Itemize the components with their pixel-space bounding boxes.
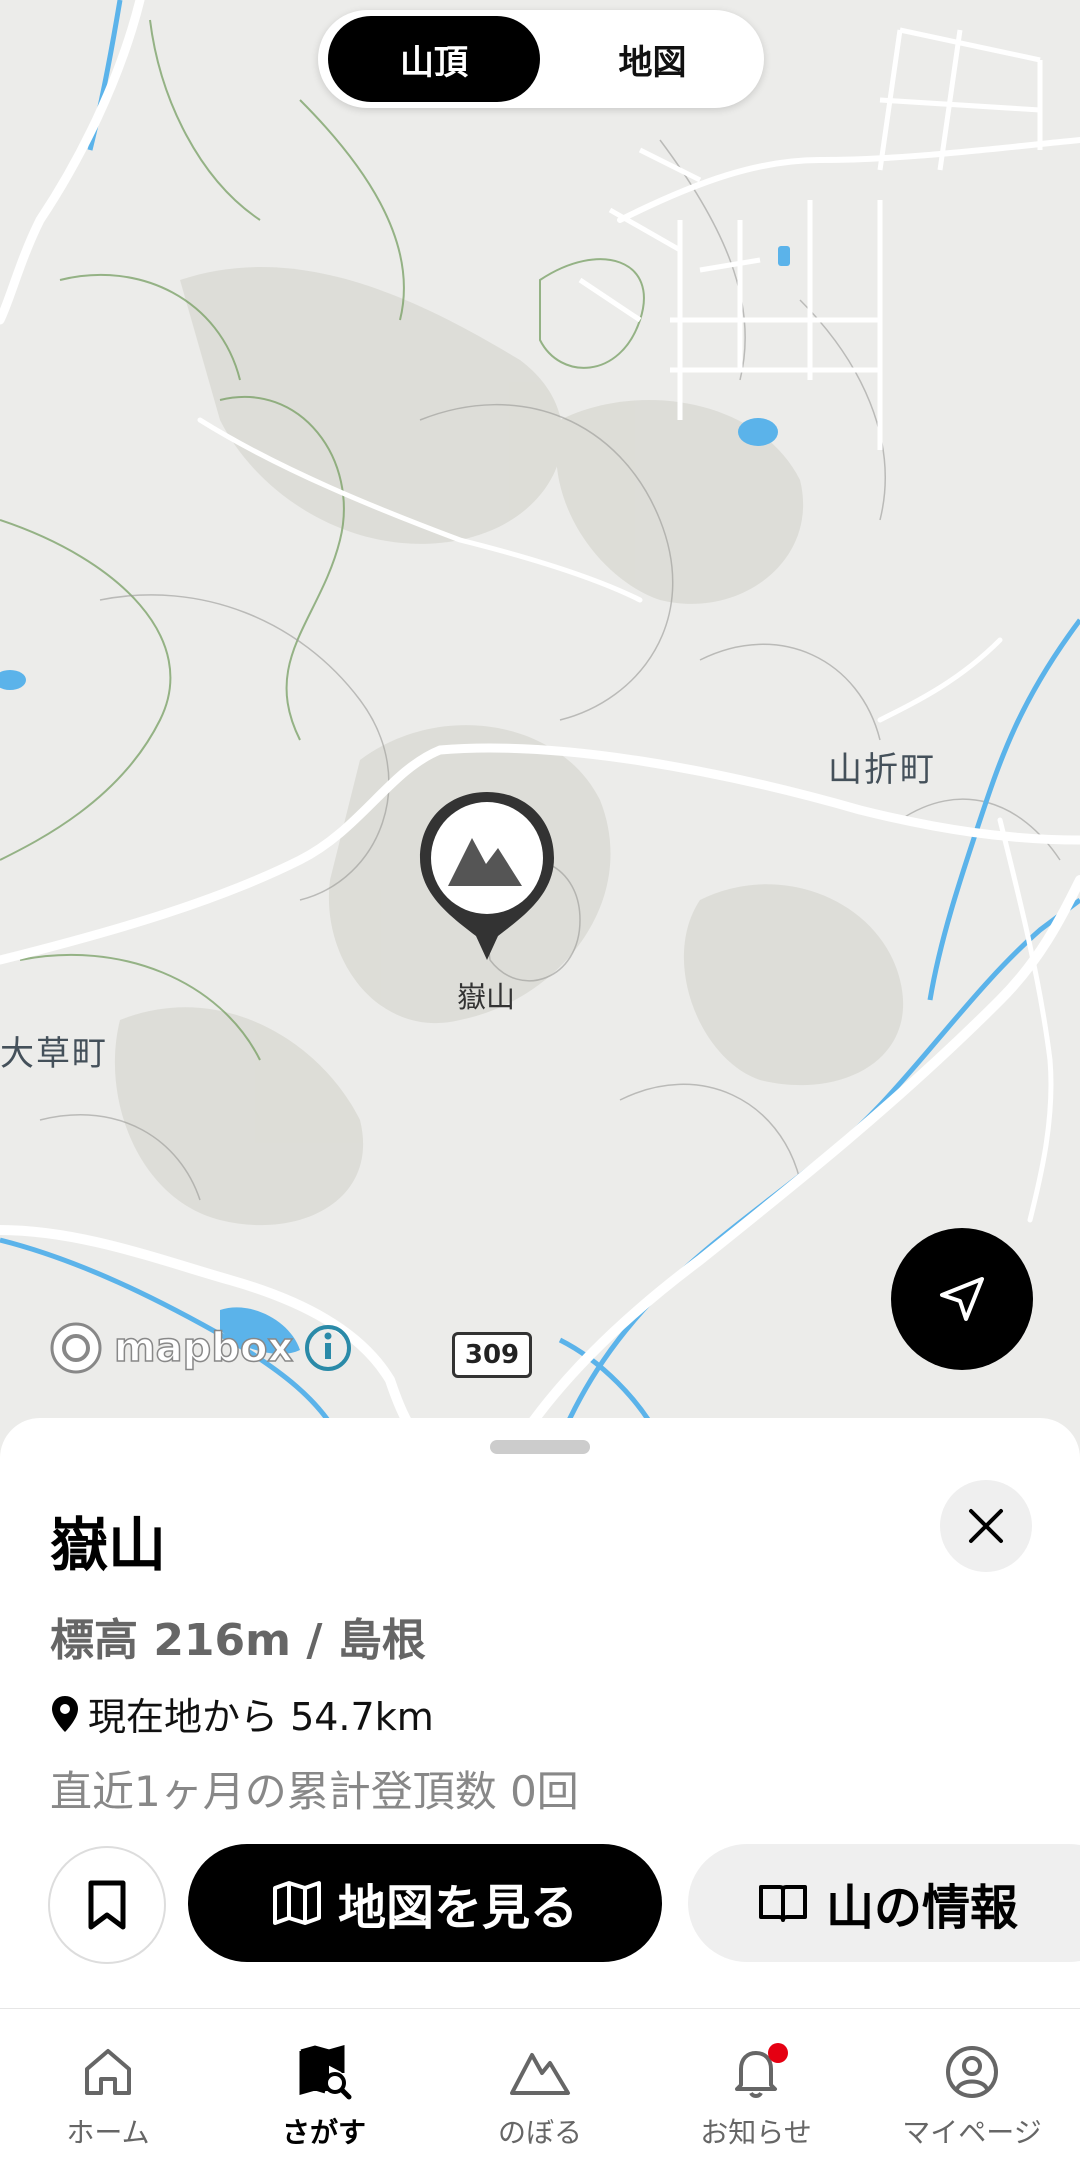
location-pin-icon	[52, 1695, 78, 1732]
tab-climb[interactable]: のぼる	[432, 2009, 648, 2175]
user-icon	[946, 2046, 998, 2098]
peak-label: 嶽山	[456, 980, 515, 1014]
distance-text: 現在地から 54.7km	[88, 1695, 434, 1739]
route-shield: 309	[452, 1332, 532, 1378]
navigation-arrow-icon	[940, 1277, 984, 1321]
mountain-name: 嶽山	[50, 1511, 167, 1579]
place-name-yamaori: 山折町	[828, 750, 936, 790]
mapbox-logo-icon	[50, 1322, 102, 1374]
distance-row: 現在地から 54.7km	[50, 1686, 434, 1741]
book-icon	[759, 1885, 807, 1922]
mountain-pin-icon	[420, 792, 554, 960]
segment-summit[interactable]: 山頂	[328, 16, 540, 102]
view-map-label: 地図を見る	[337, 1880, 578, 1936]
bookmark-button[interactable]	[48, 1846, 166, 1964]
tab-notifications[interactable]: お知らせ	[648, 2009, 864, 2175]
segment-map[interactable]: 地図	[541, 10, 764, 108]
mountain-detail-sheet: 嶽山 標高 216m / 島根 現在地から 54.7km 直近1ヶ月の累計登頂数…	[0, 1418, 1080, 2008]
notification-badge	[768, 2043, 788, 2063]
map-canvas	[0, 0, 1080, 1445]
current-location-button[interactable]	[891, 1228, 1033, 1370]
info-icon[interactable]	[303, 1323, 353, 1373]
mapbox-wordmark: mapbox	[113, 1324, 294, 1372]
home-icon	[85, 2049, 131, 2095]
map-search-icon	[299, 2045, 352, 2100]
tab-label-search: さがす	[281, 2116, 366, 2149]
tab-search[interactable]: さがす	[216, 2009, 432, 2175]
mapbox-attribution[interactable]: mapbox	[48, 1320, 353, 1376]
map-icon	[272, 1881, 321, 1925]
close-icon	[969, 1509, 1003, 1543]
elevation-region: 標高 216m / 島根	[50, 1615, 426, 1666]
tab-label-home: ホーム	[66, 2116, 150, 2149]
tab-mypage[interactable]: マイページ	[864, 2009, 1080, 2175]
bookmark-icon	[88, 1880, 126, 1930]
monthly-climb-count: 直近1ヶ月の累計登頂数 0回	[50, 1767, 579, 1816]
mountain-info-label: 山の情報	[826, 1880, 1019, 1936]
view-toggle: 山頂 地図	[318, 10, 764, 108]
tab-label-mypage: マイページ	[902, 2116, 1042, 2149]
view-map-button[interactable]: 地図を見る	[188, 1844, 662, 1962]
peak-marker[interactable]	[414, 786, 560, 966]
tab-label-notifications: お知らせ	[700, 2116, 812, 2149]
close-button[interactable]	[940, 1480, 1032, 1572]
place-name-ookusa: 大草町	[0, 1034, 108, 1074]
sheet-handle[interactable]	[490, 1440, 590, 1454]
bottom-tab-bar: ホーム さがす のぼる お知らせ マイページ	[0, 2008, 1080, 2175]
map-view[interactable]: 山折町 大草町 嶽山 309 mapbox	[0, 0, 1080, 1445]
mountain-icon	[510, 2053, 570, 2095]
tab-label-climb: のぼる	[497, 2116, 582, 2149]
tab-home[interactable]: ホーム	[0, 2009, 216, 2175]
mountain-info-button[interactable]: 山の情報	[688, 1844, 1080, 1962]
